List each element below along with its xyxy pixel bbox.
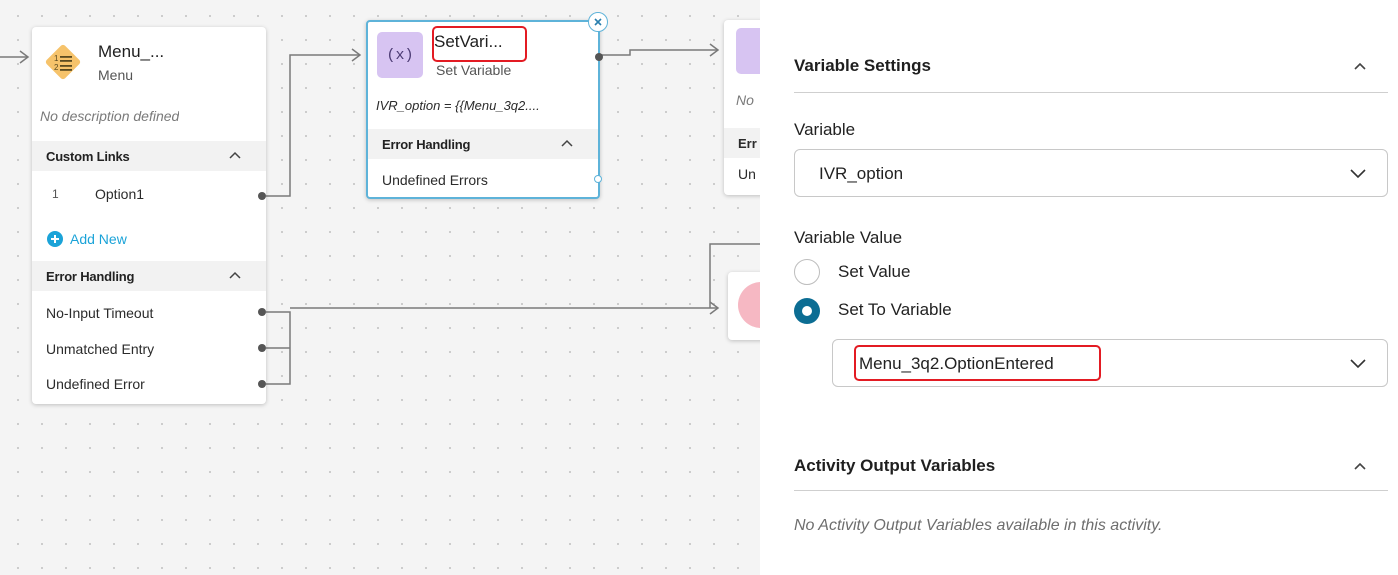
divider — [794, 92, 1388, 93]
setvar-expression: IVR_option = {{Menu_3q2.... — [376, 98, 540, 113]
error-row-unmatched-entry[interactable]: Unmatched Entry — [46, 341, 154, 357]
chevron-down-icon — [1350, 169, 1366, 179]
set-value-label[interactable]: Set Value — [838, 262, 910, 282]
setvar-error-handling-header[interactable]: Error Handling — [368, 129, 598, 159]
chevron-up-icon[interactable] — [560, 136, 574, 150]
error-row-undefined-error[interactable]: Undefined Error — [46, 376, 145, 392]
partial-header: Err — [724, 128, 760, 158]
custom-links-header[interactable]: Custom Links — [32, 141, 266, 171]
option1-port[interactable] — [258, 192, 266, 200]
set-value-radio[interactable] — [794, 259, 820, 285]
error-handling-label: Error Handling — [46, 268, 135, 284]
undefined-errors-port[interactable] — [594, 175, 602, 183]
close-icon[interactable] — [588, 12, 608, 32]
setvar-output-port[interactable] — [595, 53, 603, 61]
variable-icon: (x) — [377, 32, 423, 78]
set-to-variable-radio[interactable] — [794, 298, 820, 324]
node-icon — [738, 282, 760, 328]
chevron-down-icon — [1350, 359, 1366, 369]
partial-desc: No — [736, 92, 754, 108]
node-icon — [736, 28, 760, 74]
no-input-timeout-port[interactable] — [258, 308, 266, 316]
settings-panel: Variable Settings Variable IVR_option Va… — [760, 0, 1398, 575]
variable-settings-header: Variable Settings — [794, 56, 931, 75]
wire-errors-to-node — [266, 307, 718, 385]
chevron-up-icon[interactable] — [1352, 458, 1368, 474]
option1-label[interactable]: Option1 — [95, 186, 144, 202]
menu-icon: 1 2 — [40, 39, 86, 85]
source-variable-highlight — [854, 345, 1101, 381]
variable-select[interactable]: IVR_option — [794, 149, 1388, 197]
svg-text:1: 1 — [54, 54, 59, 63]
svg-text:2: 2 — [54, 63, 59, 72]
variable-icon-glyph: (x) — [377, 32, 423, 78]
flow-canvas[interactable]: 1 2 Menu_... Menu No description defined… — [0, 0, 760, 575]
error-handling-header[interactable]: Error Handling — [32, 261, 266, 291]
undefined-errors-row[interactable]: Undefined Errors — [382, 172, 488, 188]
add-new-button[interactable]: Add New — [46, 230, 127, 248]
custom-links-label: Custom Links — [46, 148, 130, 164]
undefined-error-port[interactable] — [258, 380, 266, 388]
chevron-up-icon[interactable] — [228, 148, 242, 162]
unmatched-entry-port[interactable] — [258, 344, 266, 352]
add-new-label: Add New — [70, 231, 127, 247]
variable-label: Variable — [794, 120, 856, 139]
wire-setvar-to-next — [600, 49, 718, 56]
divider — [794, 490, 1388, 491]
add-circle-icon — [47, 231, 63, 247]
variable-select-value: IVR_option — [819, 164, 904, 183]
variable-value-label: Variable Value — [794, 228, 903, 247]
menu-node-subtitle: Menu — [98, 67, 134, 83]
next-node-partial[interactable]: No Err Un — [724, 20, 760, 195]
activity-output-note: No Activity Output Variables available i… — [794, 517, 1163, 534]
set-to-variable-label[interactable]: Set To Variable — [838, 300, 952, 320]
title-highlight — [432, 26, 527, 62]
partial-row: Un — [738, 166, 756, 182]
error-node-partial[interactable] — [728, 272, 760, 340]
menu-node-description: No description defined — [40, 108, 180, 124]
setvar-node-subtitle: Set Variable — [436, 62, 512, 78]
error-row-no-input-timeout[interactable]: No-Input Timeout — [46, 305, 153, 321]
chevron-up-icon[interactable] — [228, 268, 242, 282]
menu-node[interactable]: 1 2 Menu_... Menu No description defined… — [32, 27, 266, 404]
option-index: 1 — [52, 187, 59, 201]
chevron-up-icon[interactable] — [1352, 58, 1368, 74]
setvar-error-handling-label: Error Handling — [382, 136, 471, 152]
menu-node-title: Menu_... — [98, 42, 165, 61]
activity-output-header: Activity Output Variables — [794, 456, 996, 475]
wire-option1-to-setvar — [266, 54, 360, 197]
